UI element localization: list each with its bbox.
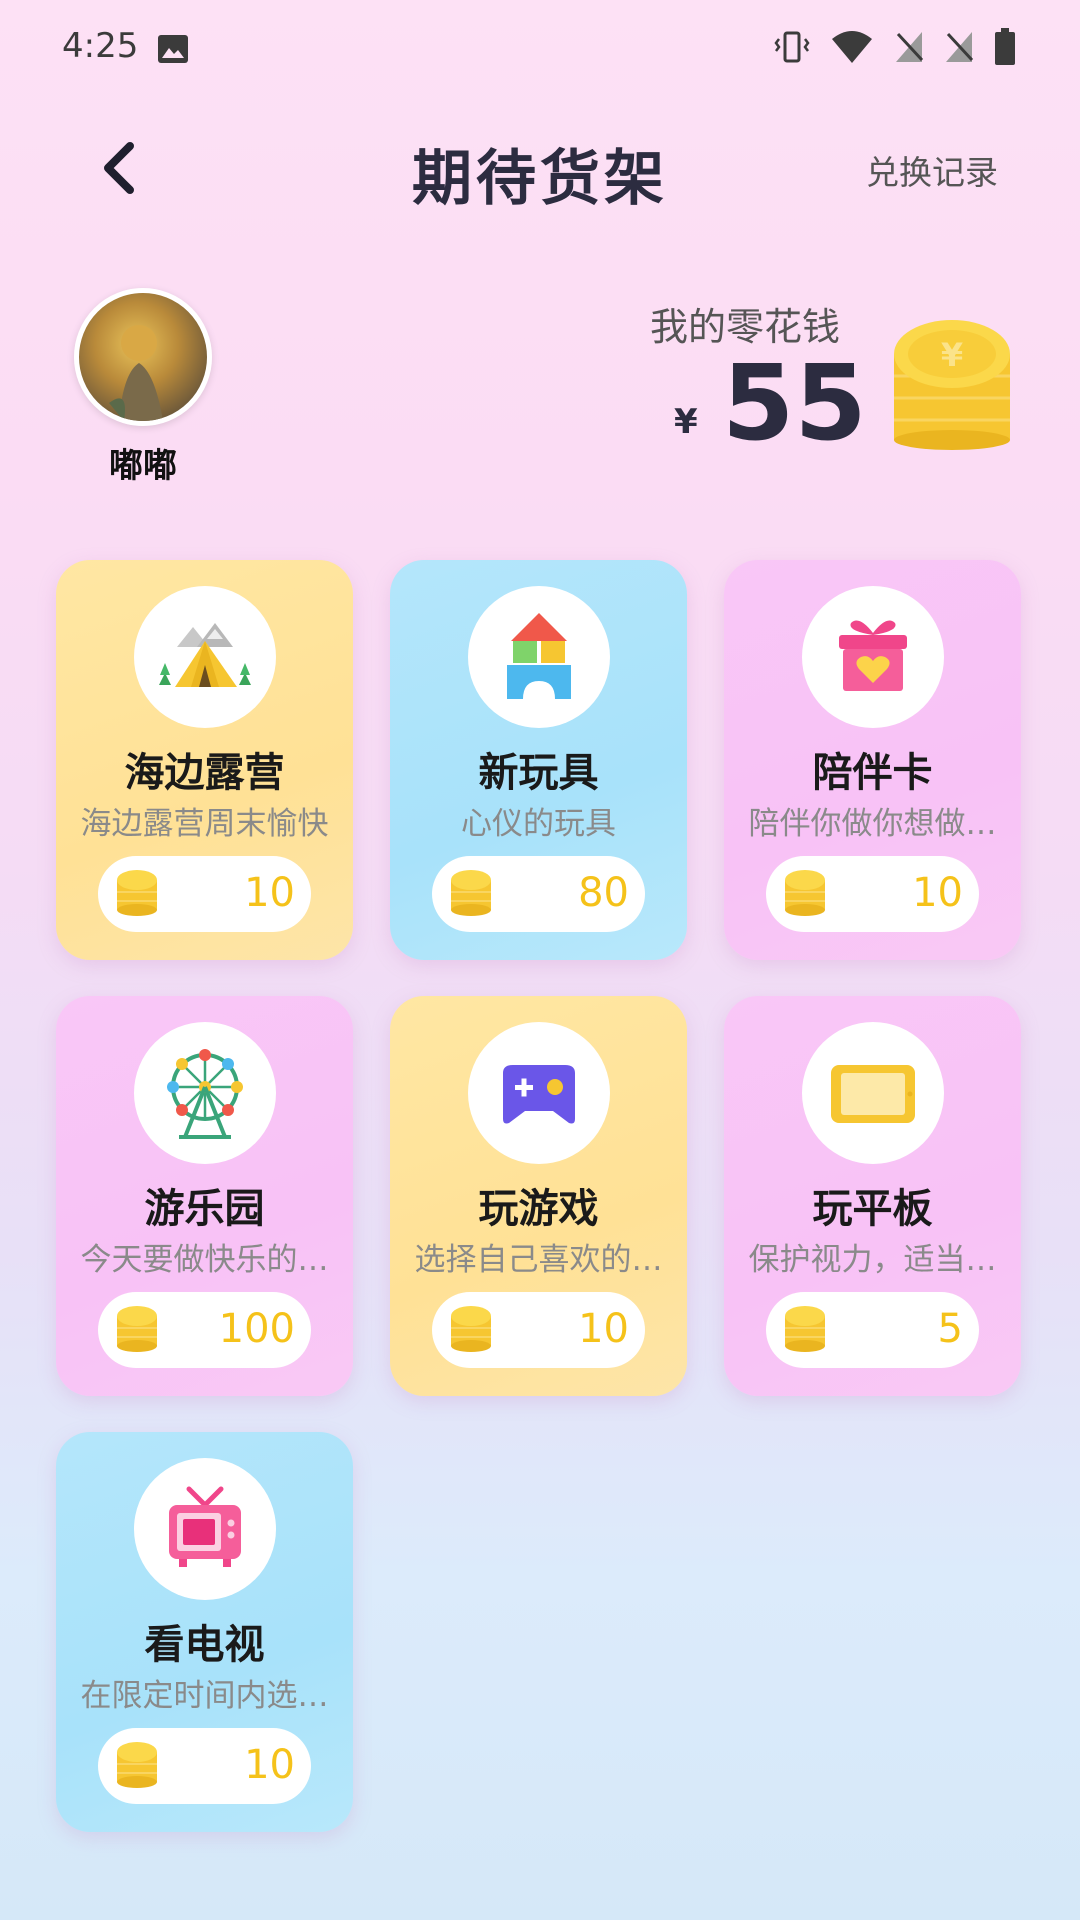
status-time: 4:25 (62, 26, 139, 66)
no-signal-icon-2 (946, 32, 974, 62)
battery-icon (995, 28, 1015, 65)
gift-heart-icon (839, 620, 907, 691)
price-pill[interactable]: 10 (98, 1728, 311, 1804)
card-icon-wrap (134, 1022, 276, 1164)
item-price: 100 (218, 1306, 295, 1352)
card-icon-wrap (468, 1022, 610, 1164)
item-card-tablet[interactable]: 玩平板 保护视力，适当… 5 (724, 996, 1021, 1396)
toy-blocks-icon (507, 613, 571, 699)
price-pill[interactable]: 10 (432, 1292, 645, 1368)
item-title: 陪伴卡 (812, 750, 933, 796)
wallet: 我的零花钱 ¥ 55 ¥ (540, 290, 1020, 470)
price-pill[interactable]: 10 (98, 856, 311, 932)
price-pill[interactable]: 80 (432, 856, 645, 932)
coin-icon (451, 1306, 491, 1352)
coin-icon (785, 1306, 825, 1352)
item-card-amusement-park[interactable]: 游乐园 今天要做快乐的… 100 (56, 996, 353, 1396)
coin-icon (117, 870, 157, 916)
item-desc: 今天要做快乐的… (80, 1242, 329, 1278)
item-card-new-toy[interactable]: 新玩具 心仪的玩具 80 (390, 560, 687, 960)
item-price: 10 (244, 870, 295, 916)
price-pill[interactable]: 10 (766, 856, 979, 932)
price-pill[interactable]: 5 (766, 1292, 979, 1368)
card-icon-wrap (802, 1022, 944, 1164)
avatar-photo (109, 325, 163, 421)
ferris-wheel-icon (167, 1049, 243, 1139)
item-desc: 海边露营周末愉快 (80, 806, 329, 842)
profile: 嘟嘟 (74, 288, 214, 487)
gamepad-icon (503, 1065, 575, 1124)
item-desc: 选择自己喜欢的… (414, 1242, 663, 1278)
item-price: 10 (912, 870, 963, 916)
item-title: 游乐园 (144, 1186, 265, 1232)
item-title: 海边露营 (124, 750, 285, 796)
exchange-history-link[interactable]: 兑换记录 (866, 146, 998, 194)
username: 嘟嘟 (109, 446, 177, 486)
coin-stack-icon: ¥ (894, 320, 1010, 450)
item-title: 玩平板 (812, 1186, 933, 1232)
price-pill[interactable]: 100 (98, 1292, 311, 1368)
item-desc: 心仪的玩具 (461, 806, 616, 842)
item-price: 10 (244, 1742, 295, 1788)
item-card-camping[interactable]: 海边露营 海边露营周末愉快 10 (56, 560, 353, 960)
coin-icon (117, 1306, 157, 1352)
card-icon-wrap (468, 586, 610, 728)
wifi-icon (832, 31, 872, 63)
coin-icon (451, 870, 491, 916)
wallet-amount: 55 (722, 342, 867, 464)
tablet-icon (831, 1065, 915, 1123)
coin-icon (785, 870, 825, 916)
item-desc: 在限定时间内选… (80, 1678, 329, 1714)
item-price: 10 (578, 1306, 629, 1352)
item-price: 80 (578, 870, 629, 916)
card-icon-wrap (134, 1458, 276, 1600)
item-title: 玩游戏 (478, 1186, 599, 1232)
svg-text:¥: ¥ (941, 336, 963, 374)
avatar[interactable] (74, 288, 212, 426)
item-card-companion[interactable]: 陪伴卡 陪伴你做你想做… 10 (724, 560, 1021, 960)
currency-symbol: ¥ (674, 402, 698, 442)
card-icon-wrap (802, 586, 944, 728)
header: 期待货架 兑换记录 (0, 110, 1080, 220)
item-title: 看电视 (144, 1622, 265, 1668)
item-price: 5 (937, 1306, 963, 1352)
item-card-watch-tv[interactable]: 看电视 在限定时间内选… 10 (56, 1432, 353, 1832)
tv-icon (169, 1486, 241, 1567)
item-title: 新玩具 (478, 750, 599, 796)
no-signal-icon-1 (896, 32, 924, 62)
vibrate-icon (774, 31, 810, 63)
coin-icon (117, 1742, 157, 1788)
image-notification-icon (158, 35, 188, 63)
status-bar: 4:25 (0, 0, 1080, 96)
item-desc: 陪伴你做你想做… (748, 806, 997, 842)
camping-tent-icon (159, 623, 251, 687)
item-desc: 保护视力，适当… (748, 1242, 997, 1278)
item-card-play-games[interactable]: 玩游戏 选择自己喜欢的… 10 (390, 996, 687, 1396)
card-icon-wrap (134, 586, 276, 728)
